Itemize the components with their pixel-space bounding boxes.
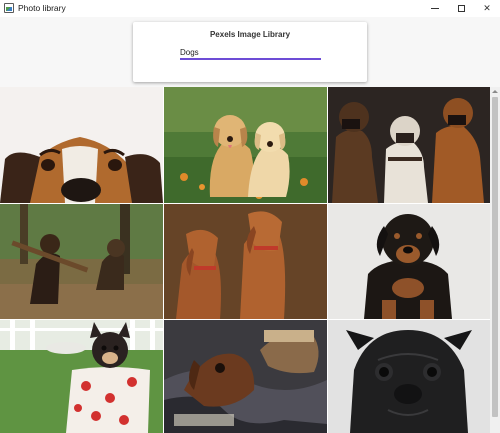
photo-tile[interactable] (0, 320, 163, 433)
three-boxers-photo (328, 87, 490, 203)
photo-tile[interactable] (164, 204, 327, 319)
image-grid (0, 87, 490, 433)
photo-tile[interactable] (328, 204, 490, 319)
photo-tile[interactable] (0, 87, 163, 203)
chihuahua-in-cup-photo (0, 320, 163, 433)
photo-tile[interactable] (328, 320, 490, 433)
golden-puppies-photo (164, 87, 327, 203)
scroll-thumb[interactable] (492, 97, 498, 417)
beagle-photo (0, 87, 163, 203)
title-bar: Photo library ✕ (0, 0, 500, 17)
maximize-button[interactable] (447, 0, 475, 17)
rottweiler-puppy-photo (328, 204, 490, 319)
close-button[interactable]: ✕ (473, 0, 500, 17)
photo-tile[interactable] (164, 87, 327, 203)
window-title: Photo library (18, 3, 66, 13)
black-pug-photo (328, 320, 490, 433)
photo-tile[interactable] (164, 320, 327, 433)
minimize-button[interactable] (421, 0, 449, 17)
photo-app-icon (4, 3, 14, 13)
sleeping-brown-dogs-photo (164, 320, 327, 433)
scroll-up-arrow-icon[interactable] (490, 87, 500, 96)
search-input[interactable] (180, 45, 321, 59)
minimize-icon (431, 8, 439, 9)
vertical-scrollbar[interactable] (490, 87, 500, 433)
photo-tile[interactable] (0, 204, 163, 319)
photo-tile[interactable] (328, 87, 490, 203)
maximize-icon (457, 5, 465, 12)
search-underline (180, 58, 321, 60)
dogs-with-stick-photo (0, 204, 163, 319)
library-title: Pexels Image Library (209, 30, 291, 39)
two-vizslas-photo (164, 204, 327, 319)
search-card: Pexels Image Library (133, 22, 367, 82)
close-icon: ✕ (483, 3, 491, 13)
